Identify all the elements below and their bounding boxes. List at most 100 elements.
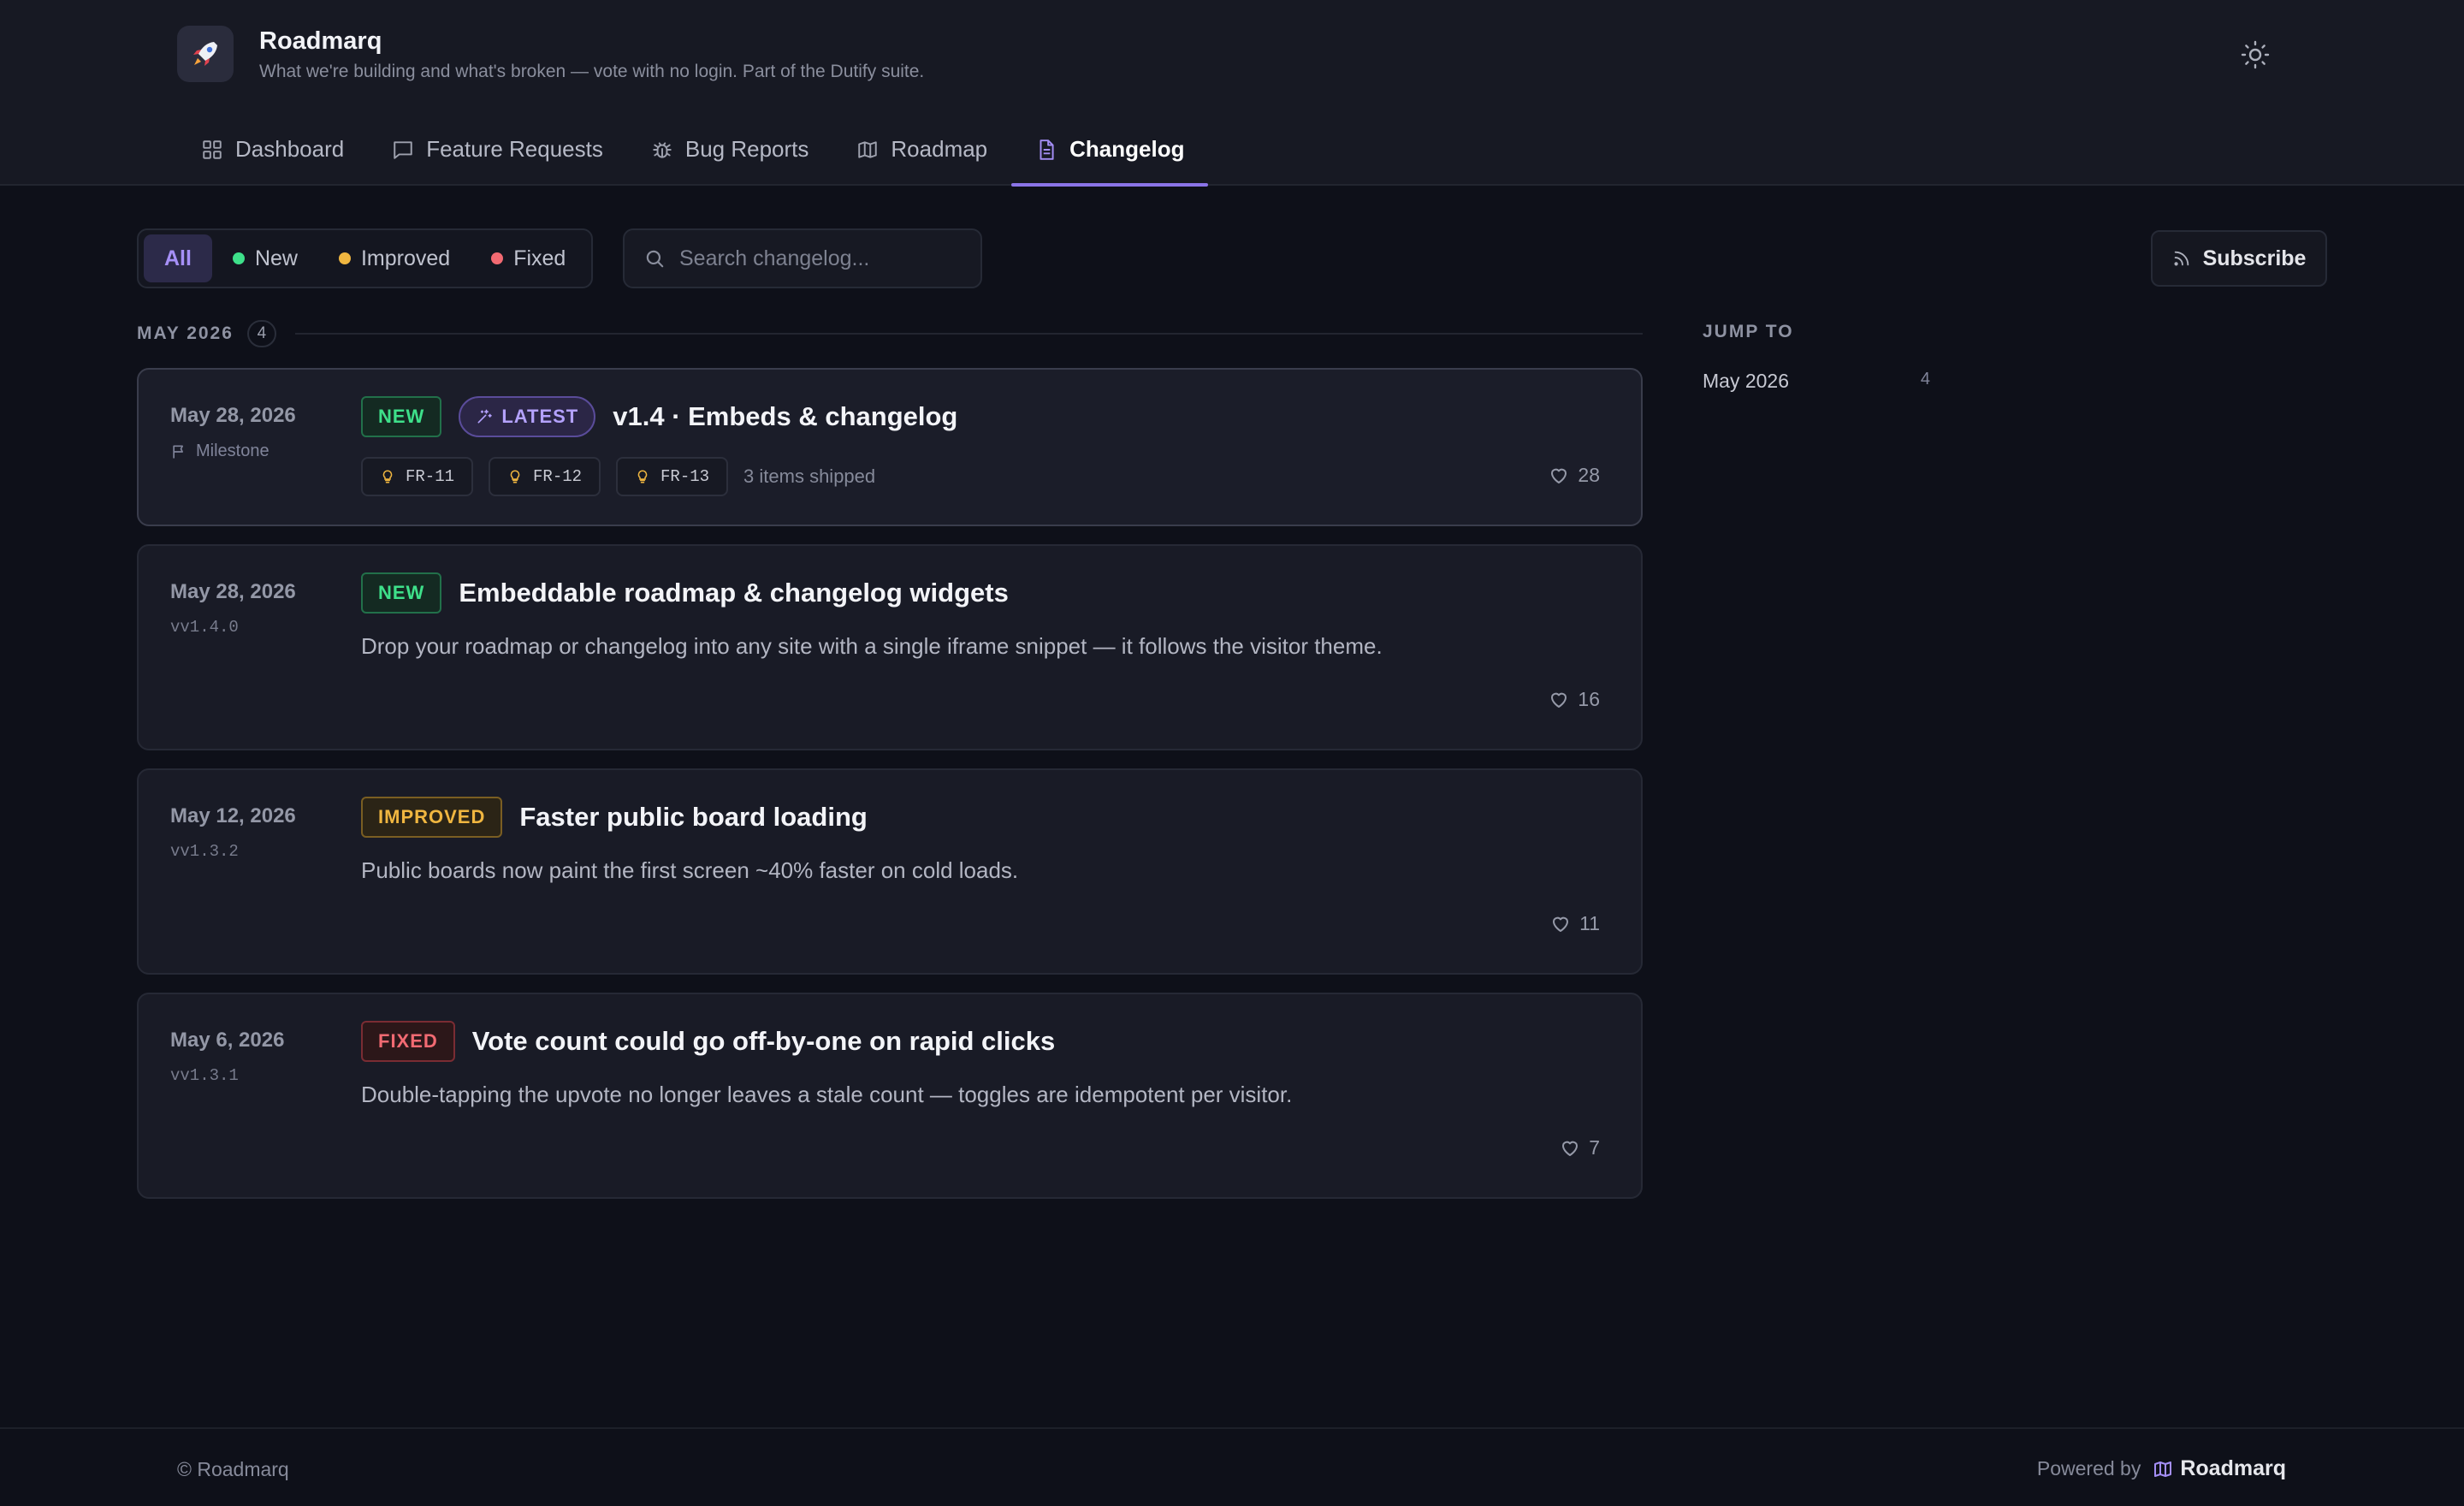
entry-description: Drop your roadmap or changelog into any … <box>361 633 1383 659</box>
entry-content: NEW LATEST v1.4 · Embeds & changelog FR-… <box>361 395 1607 496</box>
divider <box>294 333 1643 335</box>
entry-title: Embeddable roadmap & changelog widgets <box>459 578 1009 608</box>
filter-improved-button[interactable]: Improved <box>318 234 471 282</box>
changelog-entry: May 28, 2026 Milestone NEW LATEST v1.4 ·… <box>137 368 1643 526</box>
entry-title: Faster public board loading <box>519 802 868 832</box>
app-header: Roadmarq What we're building and what's … <box>0 0 2464 187</box>
green-dot-icon <box>232 252 245 264</box>
heart-icon <box>1560 1138 1580 1159</box>
entry-milestone: Milestone <box>170 442 270 461</box>
entry-title-row: IMPROVED Faster public board loading <box>361 796 1607 839</box>
month-count-badge: 4 <box>246 320 276 347</box>
like-button[interactable]: 7 <box>1560 1136 1600 1159</box>
like-count: 28 <box>1578 464 1600 486</box>
like-count: 11 <box>1579 912 1600 934</box>
chip-label: FR-13 <box>660 467 710 486</box>
month-group-header: MAY 2026 4 <box>137 318 1643 349</box>
entry-title-row: FIXED Vote count could go off-by-one on … <box>361 1020 1607 1063</box>
linked-item-chip[interactable]: FR-12 <box>489 457 601 496</box>
entry-title-row: NEW LATEST v1.4 · Embeds & changelog <box>361 395 1607 438</box>
type-filter: All New Improved Fixed <box>137 228 594 288</box>
filter-fixed-button[interactable]: Fixed <box>471 234 586 282</box>
jump-month-count: 4 <box>1920 370 1930 388</box>
tab-roadmap[interactable]: Roadmap <box>832 120 1011 186</box>
footer: © Roadmarq Powered by Roadmarq <box>0 1427 2464 1506</box>
linked-items: FR-11 FR-12 FR-13 3 items shipped <box>361 457 1607 496</box>
entry-date: May 6, 2026 <box>170 1029 285 1052</box>
changelog-entry: May 12, 2026 vv1.3.2 IMPROVED Faster pub… <box>137 768 1643 975</box>
linked-item-chip[interactable]: FR-13 <box>616 457 729 496</box>
filter-new-button[interactable]: New <box>212 234 318 282</box>
jump-month-label: May 2026 <box>1703 370 1790 392</box>
jump-to-title: JUMP TO <box>1703 322 1794 341</box>
heart-icon <box>1549 690 1569 710</box>
footer-brand-link[interactable]: Roadmarq <box>2153 1456 2286 1481</box>
heart-icon <box>1549 465 1569 486</box>
jump-to-month-link[interactable]: May 2026 4 <box>1703 370 1930 393</box>
entry-version: vv1.4.0 <box>170 618 239 637</box>
brand: Roadmarq What we're building and what's … <box>177 26 924 84</box>
tab-bug-reports[interactable]: Bug Reports <box>627 120 833 186</box>
filter-all-button[interactable]: All <box>144 234 212 282</box>
entry-description: Double-tapping the upvote no longer leav… <box>361 1082 1293 1107</box>
document-icon <box>1035 139 1057 161</box>
entry-content: NEW Embeddable roadmap & changelog widge… <box>361 572 1607 660</box>
latest-badge: LATEST <box>459 396 596 437</box>
footer-brand-name: Roadmarq <box>2180 1456 2286 1480</box>
powered-by-label: Powered by <box>2036 1457 2141 1479</box>
entry-date: May 28, 2026 <box>170 580 296 603</box>
entry-date: May 28, 2026 <box>170 404 296 427</box>
rss-icon <box>2172 249 2191 268</box>
month-label: MAY 2026 <box>137 323 234 343</box>
like-button[interactable]: 28 <box>1549 464 1600 487</box>
filter-label: Fixed <box>513 246 566 270</box>
main-nav: Dashboard Feature Requests Bug Reports R… <box>177 120 1209 187</box>
search-icon <box>643 247 666 270</box>
message-icon <box>392 139 414 161</box>
tab-changelog[interactable]: Changelog <box>1011 120 1209 187</box>
tab-feature-requests[interactable]: Feature Requests <box>368 120 627 186</box>
heart-icon <box>1550 914 1571 934</box>
bug-icon <box>651 139 673 161</box>
changelog-entry: May 28, 2026 vv1.4.0 NEW Embeddable road… <box>137 544 1643 750</box>
like-count: 7 <box>1589 1136 1600 1159</box>
linked-item-chip[interactable]: FR-11 <box>361 457 474 496</box>
entry-description: Public boards now paint the first screen… <box>361 857 1019 883</box>
lightbulb-icon <box>507 469 523 484</box>
subscribe-label: Subscribe <box>2202 246 2307 270</box>
fixed-badge: FIXED <box>361 1021 455 1062</box>
search-input[interactable] <box>679 246 962 271</box>
like-button[interactable]: 16 <box>1549 688 1600 711</box>
entry-title: Vote count could go off-by-one on rapid … <box>471 1026 1056 1056</box>
red-dot-icon <box>491 252 504 264</box>
theme-toggle-sun-icon[interactable] <box>2240 39 2271 70</box>
app-tagline: What we're building and what's broken — … <box>259 62 925 81</box>
lightbulb-icon <box>635 469 650 484</box>
like-button[interactable]: 11 <box>1550 912 1600 935</box>
subscribe-button[interactable]: Subscribe <box>2151 230 2327 287</box>
map-icon <box>856 139 879 161</box>
flag-icon <box>170 443 187 460</box>
filter-label: Improved <box>360 246 451 270</box>
entry-content: IMPROVED Faster public board loading Pub… <box>361 796 1607 884</box>
like-count: 16 <box>1578 688 1600 710</box>
tab-label: Feature Requests <box>426 136 603 162</box>
changelog-entry: May 6, 2026 vv1.3.1 FIXED Vote count cou… <box>137 993 1643 1199</box>
chip-label: FR-11 <box>406 467 455 486</box>
filter-label: All <box>164 246 192 270</box>
entry-title-row: NEW Embeddable roadmap & changelog widge… <box>361 572 1607 614</box>
tab-label: Changelog <box>1069 136 1185 162</box>
entry-version: vv1.3.1 <box>170 1066 239 1085</box>
rocket-logo-icon <box>177 26 234 82</box>
filter-label: New <box>254 246 298 270</box>
milestone-label: Milestone <box>196 442 270 460</box>
latest-label: LATEST <box>501 406 579 427</box>
tab-label: Bug Reports <box>684 136 809 162</box>
improved-badge: IMPROVED <box>361 797 503 838</box>
tab-dashboard[interactable]: Dashboard <box>177 120 368 186</box>
entry-date: May 12, 2026 <box>170 804 296 827</box>
powered-by: Powered by Roadmarq <box>2037 1456 2286 1481</box>
tab-label: Dashboard <box>235 136 345 162</box>
chip-label: FR-12 <box>533 467 583 486</box>
grid-icon <box>201 139 223 161</box>
